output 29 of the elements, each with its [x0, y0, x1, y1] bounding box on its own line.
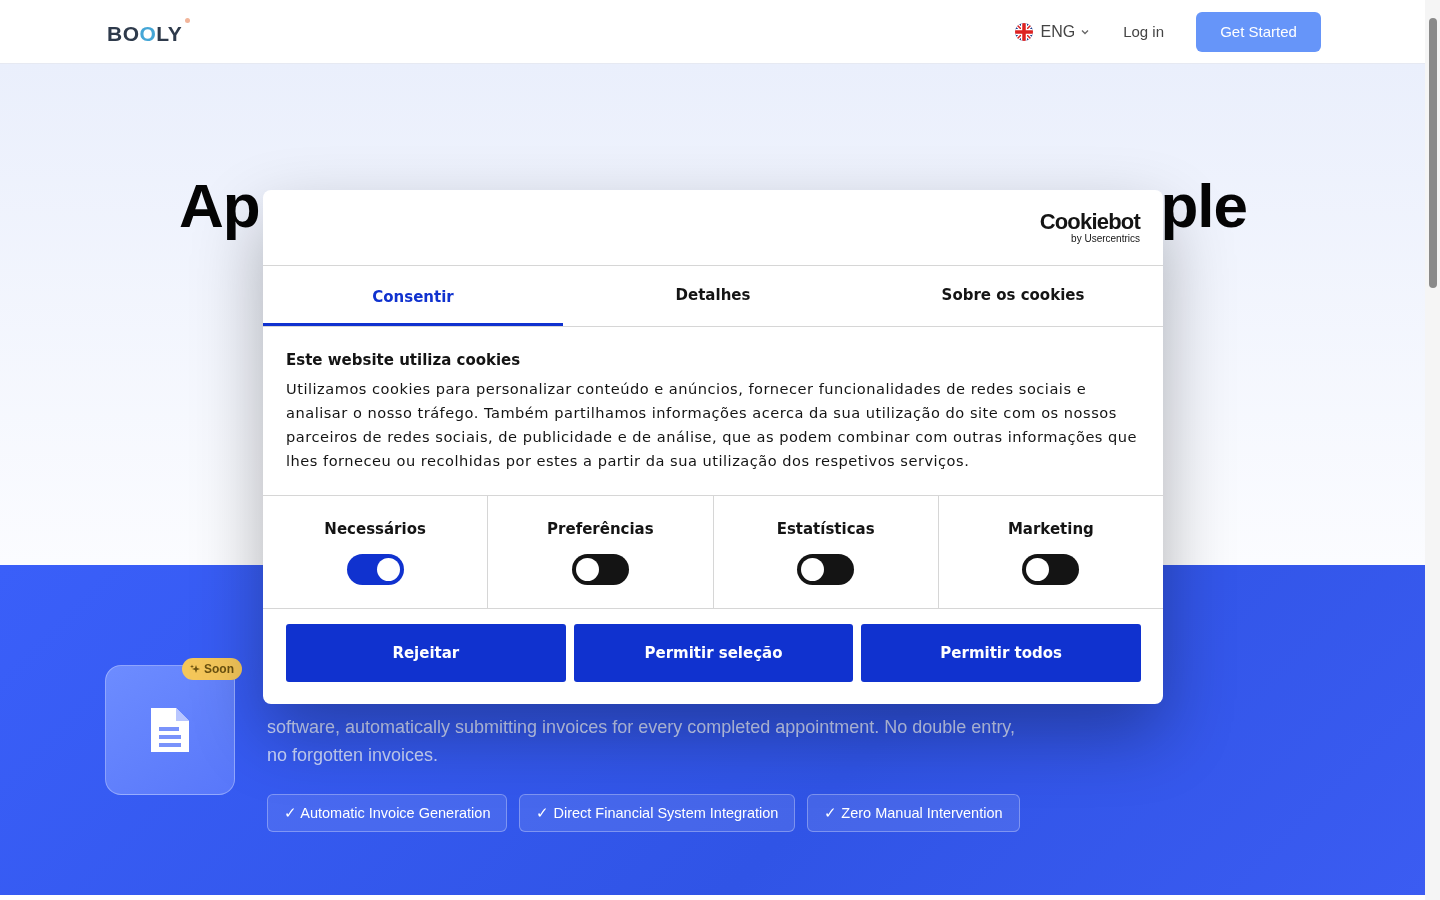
- soon-badge: Soon: [182, 658, 242, 680]
- feature-description: software, automatically submitting invoices for every completed appointment. No double entry, no forgotten invoices.: [267, 716, 1017, 767]
- scrollbar[interactable]: [1425, 0, 1440, 900]
- toggle-switch[interactable]: [1022, 554, 1080, 585]
- logo-caption: by Usercentrics: [1071, 233, 1140, 244]
- toggle-switch[interactable]: [797, 554, 855, 585]
- consent-button[interactable]: Rejeitar: [286, 624, 566, 682]
- feature-tag: ✓ Direct Financial System Integration: [519, 794, 796, 832]
- dialog-tab[interactable]: Consentir: [263, 266, 563, 326]
- category-label: Estatísticas: [776, 520, 875, 538]
- logo[interactable]: BOOLY: [107, 17, 191, 46]
- document-icon: [148, 705, 192, 755]
- consent-button[interactable]: Permitir seleção: [573, 624, 854, 682]
- category-label: Necessários: [324, 520, 426, 538]
- category-label: Preferências: [547, 520, 654, 538]
- toggle-switch[interactable]: [571, 554, 629, 585]
- hero-title: Ap: [179, 170, 260, 242]
- dialog-heading: Este website utiliza cookies: [286, 351, 522, 369]
- consent-button[interactable]: Permitir todos: [861, 624, 1141, 682]
- toggle-switch[interactable]: [346, 554, 404, 585]
- chevron-down-icon: [1081, 28, 1090, 35]
- category-label: Marketing: [1007, 520, 1094, 538]
- dialog-text: Utilizamos cookies para personalizar conteúdo e anúncios, fornecer funcionalidades de redes sociais e analisar o nosso tráfego. Também partilhamos informações acerca da sua utilização do site com os nossos parceiros de redes sociais, de publicidade e de análise, que as podem combinar com outras informações que lhes forneceu ou recolhidas por estes a partir da sua utilização dos respetivos serviços.: [286, 379, 1139, 471]
- hero-title: ple: [1160, 170, 1247, 242]
- feature-tag: ✓ Zero Manual Intervention: [807, 794, 1020, 832]
- feature-tag: ✓ Automatic Invoice Generation: [267, 794, 508, 832]
- cookiebot-logo: Cookiebot: [1039, 211, 1140, 233]
- login-link[interactable]: Log in: [1123, 23, 1164, 40]
- flag-icon: [1014, 21, 1035, 42]
